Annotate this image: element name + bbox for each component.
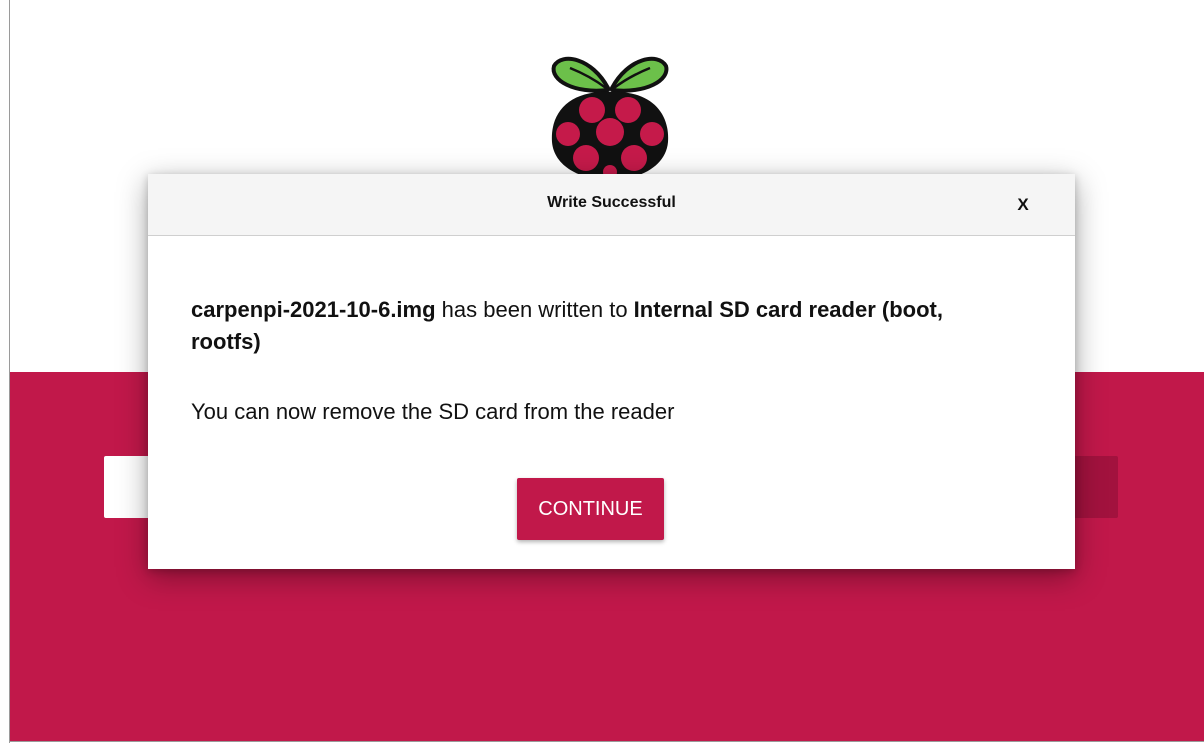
continue-button[interactable]: CONTINUE (517, 478, 664, 540)
message-text: has been written to (435, 297, 634, 322)
remove-card-message: You can now remove the SD card from the … (191, 399, 675, 424)
window-border (9, 741, 1204, 742)
success-message: carpenpi-2021-10-6.img has been written … (191, 294, 1011, 358)
imager-window: Write Successful X carpenpi-2021-10-6.im… (0, 0, 1204, 743)
dialog-header: Write Successful X (148, 174, 1075, 236)
write-successful-dialog: Write Successful X carpenpi-2021-10-6.im… (148, 174, 1075, 569)
close-icon[interactable]: X (1008, 190, 1038, 220)
image-filename: carpenpi-2021-10-6.img (191, 297, 436, 322)
dialog-title: Write Successful (547, 194, 676, 211)
raspberry-pi-logo-icon (551, 56, 669, 180)
